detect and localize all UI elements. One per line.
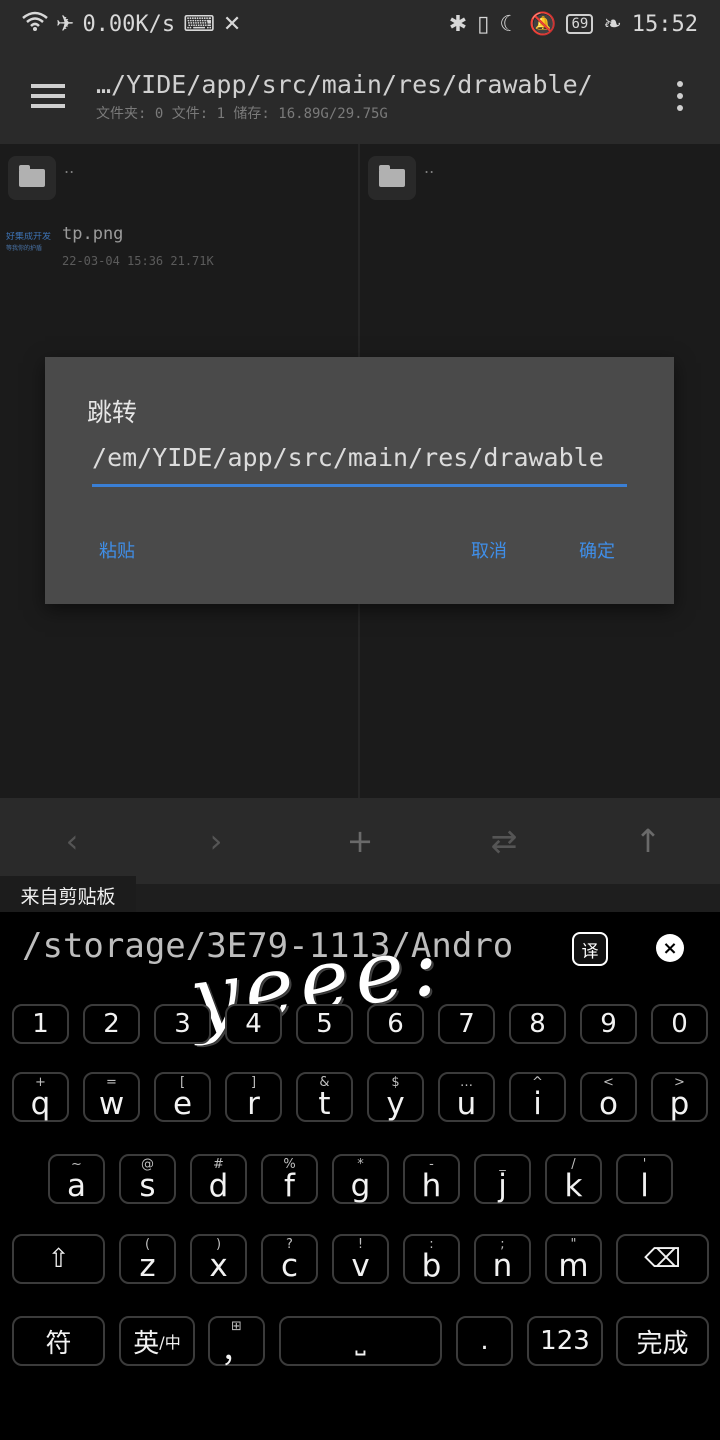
clock: 15:52 bbox=[631, 11, 698, 37]
key-y[interactable]: $ y bbox=[367, 1072, 424, 1122]
add-button[interactable]: + bbox=[320, 806, 400, 876]
back-button[interactable]: ‹ bbox=[32, 806, 112, 876]
key-1[interactable]: 1 bbox=[12, 1004, 69, 1044]
forward-button[interactable]: › bbox=[176, 806, 256, 876]
key-b[interactable]: :b bbox=[403, 1234, 460, 1284]
key-m[interactable]: " m bbox=[545, 1234, 602, 1284]
hamburger-icon bbox=[31, 94, 65, 98]
key-d[interactable]: # d bbox=[190, 1154, 247, 1204]
key-2[interactable]: 2 bbox=[83, 1004, 140, 1044]
key-i[interactable]: ^ i bbox=[509, 1072, 566, 1122]
key-w[interactable]: = w bbox=[83, 1072, 140, 1122]
space-key[interactable]: ⎵ bbox=[279, 1316, 442, 1366]
more-options-button[interactable] bbox=[640, 48, 720, 144]
bottom-bar: ‹ › + ⇄ ↑ bbox=[0, 798, 720, 884]
moon-icon: ☾ bbox=[499, 11, 520, 37]
numbers-key[interactable]: 123 bbox=[527, 1316, 603, 1366]
shift-key[interactable]: ⇧ bbox=[12, 1234, 105, 1284]
ok-button[interactable]: 确定 bbox=[579, 537, 615, 563]
translate-icon[interactable]: 译 bbox=[572, 932, 608, 966]
paste-button[interactable]: 粘贴 bbox=[99, 537, 135, 563]
chevron-left-icon: ‹ bbox=[65, 822, 79, 860]
swap-icon: ⇄ bbox=[490, 822, 518, 860]
key-e[interactable]: [e bbox=[154, 1072, 211, 1122]
key-n[interactable]: ; n bbox=[474, 1234, 531, 1284]
clipboard-suggestion[interactable]: /storage/3E79-1113/Andro bbox=[22, 926, 530, 966]
key-3[interactable]: 3 bbox=[154, 1004, 211, 1044]
key-r[interactable]: ] r bbox=[225, 1072, 282, 1122]
soft-keyboard: /storage/3E79-1113/Andro yeee: 译 × 12345… bbox=[0, 912, 720, 1440]
symbols-key[interactable]: 符 bbox=[12, 1316, 105, 1366]
key-6[interactable]: 6 bbox=[367, 1004, 424, 1044]
path-info: …/YIDE/app/src/main/res/drawable/ 文件夹: 0… bbox=[96, 70, 640, 123]
path-input[interactable]: em/YIDE/app/src/main/res/drawable/ bbox=[92, 443, 627, 487]
dialog-title: 跳转 bbox=[87, 398, 138, 427]
language-switch-key[interactable]: 英/中 bbox=[119, 1316, 195, 1366]
key-s[interactable]: @ s bbox=[119, 1154, 176, 1204]
airplane-icon: ✈ bbox=[56, 11, 75, 37]
status-bar: ✈ 0.00K/s ⌨ ✕ ✱ ▯ ☾ 🔕 69 ❧ 15:52 bbox=[0, 0, 720, 48]
wifi-icon bbox=[22, 11, 48, 37]
key-5[interactable]: 5 bbox=[296, 1004, 353, 1044]
comma-key[interactable]: ⊞， bbox=[208, 1316, 265, 1370]
plus-icon: + bbox=[346, 822, 374, 860]
key-u[interactable]: … u bbox=[438, 1072, 495, 1122]
key-q[interactable]: + q bbox=[12, 1072, 69, 1122]
clipboard-tab[interactable]: 来自剪贴板 bbox=[0, 876, 136, 914]
bluetooth-icon: ✱ bbox=[448, 11, 468, 37]
storage-stats: 文件夹: 0 文件: 1 储存: 16.89G/29.75G bbox=[96, 105, 388, 122]
leaf-icon: ❧ bbox=[603, 11, 622, 37]
key-k[interactable]: / k bbox=[545, 1154, 602, 1204]
chevron-right-icon: › bbox=[209, 822, 223, 860]
key-x[interactable]: ) x bbox=[190, 1234, 247, 1284]
close-icon[interactable]: × bbox=[656, 934, 684, 962]
key-j[interactable]: _ j bbox=[474, 1154, 531, 1204]
key-t[interactable]: & t bbox=[296, 1072, 353, 1122]
battery-icon: 69 bbox=[566, 14, 594, 34]
backspace-key[interactable]: ⌫ bbox=[616, 1234, 709, 1284]
key-h[interactable]: -h bbox=[403, 1154, 460, 1204]
key-9[interactable]: 9 bbox=[580, 1004, 637, 1044]
up-button[interactable]: ↑ bbox=[608, 806, 688, 876]
key-a[interactable]: ~ a bbox=[48, 1154, 105, 1204]
key-4[interactable]: 4 bbox=[225, 1004, 282, 1044]
key-g[interactable]: * g bbox=[332, 1154, 389, 1204]
toolbar: …/YIDE/app/src/main/res/drawable/ 文件夹: 0… bbox=[0, 48, 720, 144]
mute-icon: 🔕 bbox=[529, 11, 557, 37]
key-z[interactable]: (z bbox=[119, 1234, 176, 1284]
current-path[interactable]: …/YIDE/app/src/main/res/drawable/ bbox=[96, 70, 640, 99]
menu-button[interactable] bbox=[0, 48, 96, 144]
key-7[interactable]: 7 bbox=[438, 1004, 495, 1044]
keyboard-icon: ⌨ bbox=[183, 11, 215, 37]
close-notification-icon: ✕ bbox=[222, 11, 242, 37]
arrow-up-icon: ↑ bbox=[634, 822, 662, 860]
swap-panes-button[interactable]: ⇄ bbox=[464, 806, 544, 876]
key-0[interactable]: 0 bbox=[651, 1004, 708, 1044]
key-l[interactable]: ' l bbox=[616, 1154, 673, 1204]
key-f[interactable]: % f bbox=[261, 1154, 318, 1204]
vibrate-icon: ▯ bbox=[477, 11, 490, 37]
key-8[interactable]: 8 bbox=[509, 1004, 566, 1044]
period-key[interactable]: . bbox=[456, 1316, 513, 1366]
network-speed: 0.00K/s bbox=[82, 11, 176, 37]
done-key[interactable]: 完成 bbox=[616, 1316, 709, 1366]
key-c[interactable]: ? c bbox=[261, 1234, 318, 1284]
jump-dialog: 跳转 em/YIDE/app/src/main/res/drawable/ 粘贴… bbox=[45, 357, 674, 604]
key-v[interactable]: ! v bbox=[332, 1234, 389, 1284]
key-o[interactable]: < o bbox=[580, 1072, 637, 1122]
key-p[interactable]: > p bbox=[651, 1072, 708, 1122]
cancel-button[interactable]: 取消 bbox=[471, 537, 507, 563]
